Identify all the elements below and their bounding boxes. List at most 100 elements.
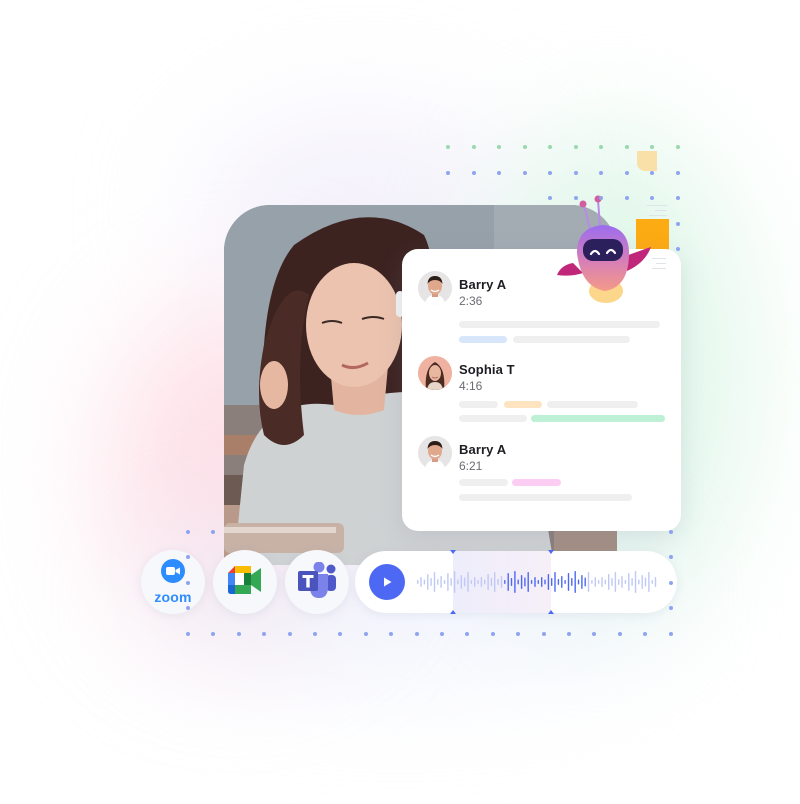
waveform-bar xyxy=(631,578,633,586)
grid-dot xyxy=(675,247,680,251)
waveform-bar xyxy=(541,577,543,587)
teams-integration-button[interactable] xyxy=(285,550,349,614)
grid-dot xyxy=(650,170,654,175)
waveform-bar xyxy=(470,580,472,584)
waveform-bar xyxy=(490,578,493,586)
play-button[interactable] xyxy=(369,564,405,600)
transcript-text-line xyxy=(547,401,638,408)
grid-dot xyxy=(414,631,419,636)
grid-dot xyxy=(624,196,629,200)
google-meet-integration-button[interactable] xyxy=(213,550,277,614)
grid-dot xyxy=(440,631,444,636)
zoom-icon xyxy=(161,559,185,588)
grid-dot xyxy=(471,170,476,175)
waveform-bar xyxy=(544,579,546,585)
waveform-bar xyxy=(460,575,462,589)
speaker-name: Sophia T xyxy=(459,362,515,377)
grid-dot xyxy=(592,631,597,636)
highlight-tag-orange xyxy=(504,401,542,408)
waveform-bar xyxy=(577,579,580,585)
waveform-bar xyxy=(487,574,489,590)
grid-dot xyxy=(363,631,368,636)
waveform-bar xyxy=(443,580,446,584)
grid-dot xyxy=(668,555,673,560)
grid-dot xyxy=(186,530,190,534)
speaker-name: Barry A xyxy=(459,277,507,292)
grid-dot xyxy=(675,196,680,200)
grid-dot xyxy=(548,145,552,149)
highlight-tag-blue xyxy=(459,336,507,343)
grid-dot xyxy=(211,530,216,534)
grid-dot xyxy=(236,631,241,636)
waveform-bar xyxy=(564,580,566,584)
grid-dot xyxy=(186,580,190,585)
man-avatar xyxy=(418,271,452,305)
decorative-yellow-square xyxy=(637,151,657,171)
waveform-bar xyxy=(651,580,653,584)
grid-dot xyxy=(599,145,603,149)
grid-dot xyxy=(548,170,552,175)
grid-dot xyxy=(313,631,317,636)
waveform-bar xyxy=(648,572,650,592)
waveform-bar xyxy=(440,576,442,588)
robot-mascot-icon xyxy=(553,195,653,305)
waveform-bar xyxy=(517,579,519,585)
transcript-text-line xyxy=(459,401,498,408)
grid-dot xyxy=(643,631,648,636)
waveform-bar xyxy=(504,580,506,584)
grid-dot xyxy=(573,145,578,149)
waveform-bar xyxy=(423,579,426,585)
grid-dot xyxy=(675,221,680,226)
speaker-timestamp: 4:16 xyxy=(459,379,483,393)
transcript-text-line xyxy=(459,494,632,501)
grid-dot xyxy=(675,170,680,175)
grid-dot xyxy=(599,196,603,200)
grid-dot xyxy=(465,631,470,636)
grid-dot xyxy=(548,196,552,200)
waveform-bar xyxy=(547,574,550,590)
man-avatar xyxy=(418,436,452,470)
waveform-bar xyxy=(628,573,630,591)
grid-dot xyxy=(522,170,527,175)
waveform-bar xyxy=(494,572,496,592)
grid-dot xyxy=(338,631,343,636)
waveform-bar xyxy=(507,573,509,591)
transcript-text-line xyxy=(513,336,630,343)
zoom-integration-button[interactable]: zoom xyxy=(141,550,205,614)
waveform-bar xyxy=(574,571,576,593)
waveform-bar xyxy=(474,577,476,587)
waveform-bar xyxy=(457,579,459,585)
grid-dot xyxy=(573,170,578,175)
waveform-bar xyxy=(534,577,536,587)
waveform-bar xyxy=(608,574,610,590)
speaker-timestamp: 6:21 xyxy=(459,459,483,473)
waveform-bar xyxy=(567,573,570,591)
grid-dot xyxy=(650,196,654,200)
waveform-bar xyxy=(453,571,456,593)
waveform-bar xyxy=(597,580,600,584)
grid-dot xyxy=(446,145,450,149)
grid-dot xyxy=(650,145,654,149)
grid-dot xyxy=(186,606,190,611)
waveform-bar xyxy=(430,578,432,586)
transcript-text-line xyxy=(459,479,508,486)
waveform-bar xyxy=(638,579,640,585)
waveform-bar xyxy=(624,580,627,584)
grid-dot xyxy=(186,631,190,636)
transcript-text-line xyxy=(459,321,660,328)
waveform-bar xyxy=(611,578,613,586)
grid-dot xyxy=(471,145,476,149)
waveform-bar xyxy=(467,572,469,592)
audio-waveform[interactable] xyxy=(415,551,665,613)
waveform-bar xyxy=(447,573,449,591)
grid-dot xyxy=(599,170,603,175)
waveform-bar xyxy=(437,579,439,585)
speaker-timestamp: 2:36 xyxy=(459,294,483,308)
waveform-bar xyxy=(604,579,606,585)
waveform-bar xyxy=(581,575,583,589)
audio-player[interactable] xyxy=(355,550,677,614)
transcript-text-line xyxy=(459,415,527,422)
highlight-tag-green xyxy=(531,415,665,422)
waveform-bar xyxy=(554,572,556,592)
grid-dot xyxy=(211,631,216,636)
